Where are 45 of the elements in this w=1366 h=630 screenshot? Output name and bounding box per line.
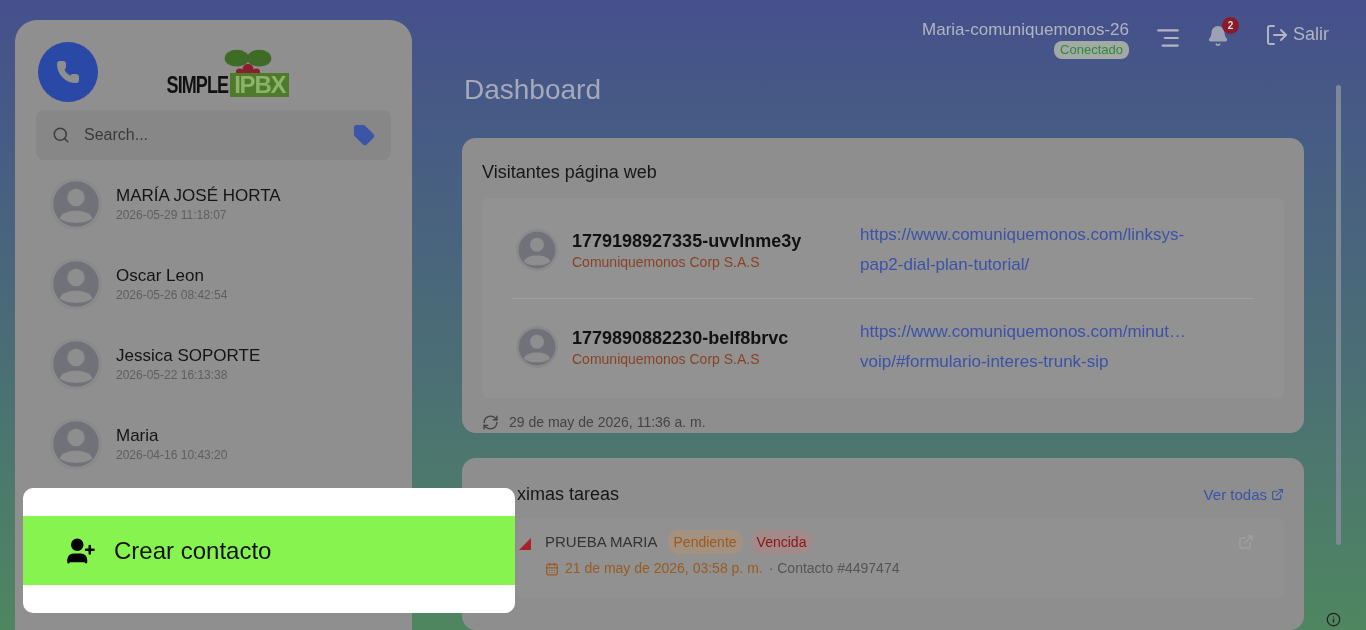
info-icon[interactable] xyxy=(1326,612,1341,627)
contact-name: Maria xyxy=(116,425,160,447)
contact-name: Oscar Leon xyxy=(116,265,205,287)
logo-text: IPBX xyxy=(230,73,290,97)
task-badge: Vencida xyxy=(750,530,813,555)
contact-name: Jessica SOPORTE xyxy=(116,345,261,367)
task-contact: · Contacto #4497474 xyxy=(768,559,900,579)
logout-button[interactable]: Salir xyxy=(1265,21,1329,48)
card-title: ximas tareas xyxy=(517,483,620,507)
avatar-icon xyxy=(50,258,102,310)
external-link-icon xyxy=(1271,488,1284,502)
avatar-icon xyxy=(516,325,558,368)
visitor-id: 1779890882230-belf8brvc xyxy=(572,326,790,350)
task-title: PRUEBA MARIA xyxy=(545,531,658,552)
task-date: 21 de may de 2026, 03:58 p. m. xyxy=(565,559,763,579)
logo-text: SIMPLE xyxy=(166,73,229,97)
updated-time: 29 de may de 2026, 11:36 a. m. xyxy=(509,413,706,433)
tag-icon xyxy=(353,124,375,146)
notification-count: 2 xyxy=(1222,17,1239,34)
scrollbar[interactable] xyxy=(1336,85,1341,545)
status-badge: Conectado xyxy=(1054,41,1129,59)
search-bar[interactable]: Search... xyxy=(36,110,391,160)
flag-icon xyxy=(519,538,531,551)
visitor-company: Comuniquemonos Corp S.A.S xyxy=(572,349,761,368)
page-title: Dashboard xyxy=(464,73,602,108)
search-icon xyxy=(52,126,70,144)
card-title: Visitantes página web xyxy=(482,161,658,185)
phone-button[interactable] xyxy=(38,42,98,102)
calendar-icon xyxy=(545,561,559,576)
avatar-icon xyxy=(50,418,102,470)
contact-name: MARÍA JOSÉ HORTA xyxy=(116,185,281,207)
refresh-icon[interactable] xyxy=(482,414,499,432)
avatar-icon xyxy=(50,338,102,390)
visitor-id: 1779198927335-uvvlnme3y xyxy=(572,230,803,254)
visitor-company: Comuniquemonos Corp S.A.S xyxy=(572,253,761,272)
avatar-icon xyxy=(50,178,102,230)
search-field[interactable]: Search... xyxy=(84,123,353,147)
task-badge: Pendiente xyxy=(667,530,743,555)
logout-icon xyxy=(1265,22,1289,47)
notification-button[interactable]: 2 xyxy=(1207,17,1239,47)
create-contact-button[interactable]: Crear contacto xyxy=(23,516,515,585)
user-name: Maria-comuniquemonos-26 xyxy=(922,19,1129,41)
bell-icon xyxy=(1207,25,1229,47)
avatar-icon xyxy=(516,229,558,272)
phone-icon xyxy=(56,60,80,84)
